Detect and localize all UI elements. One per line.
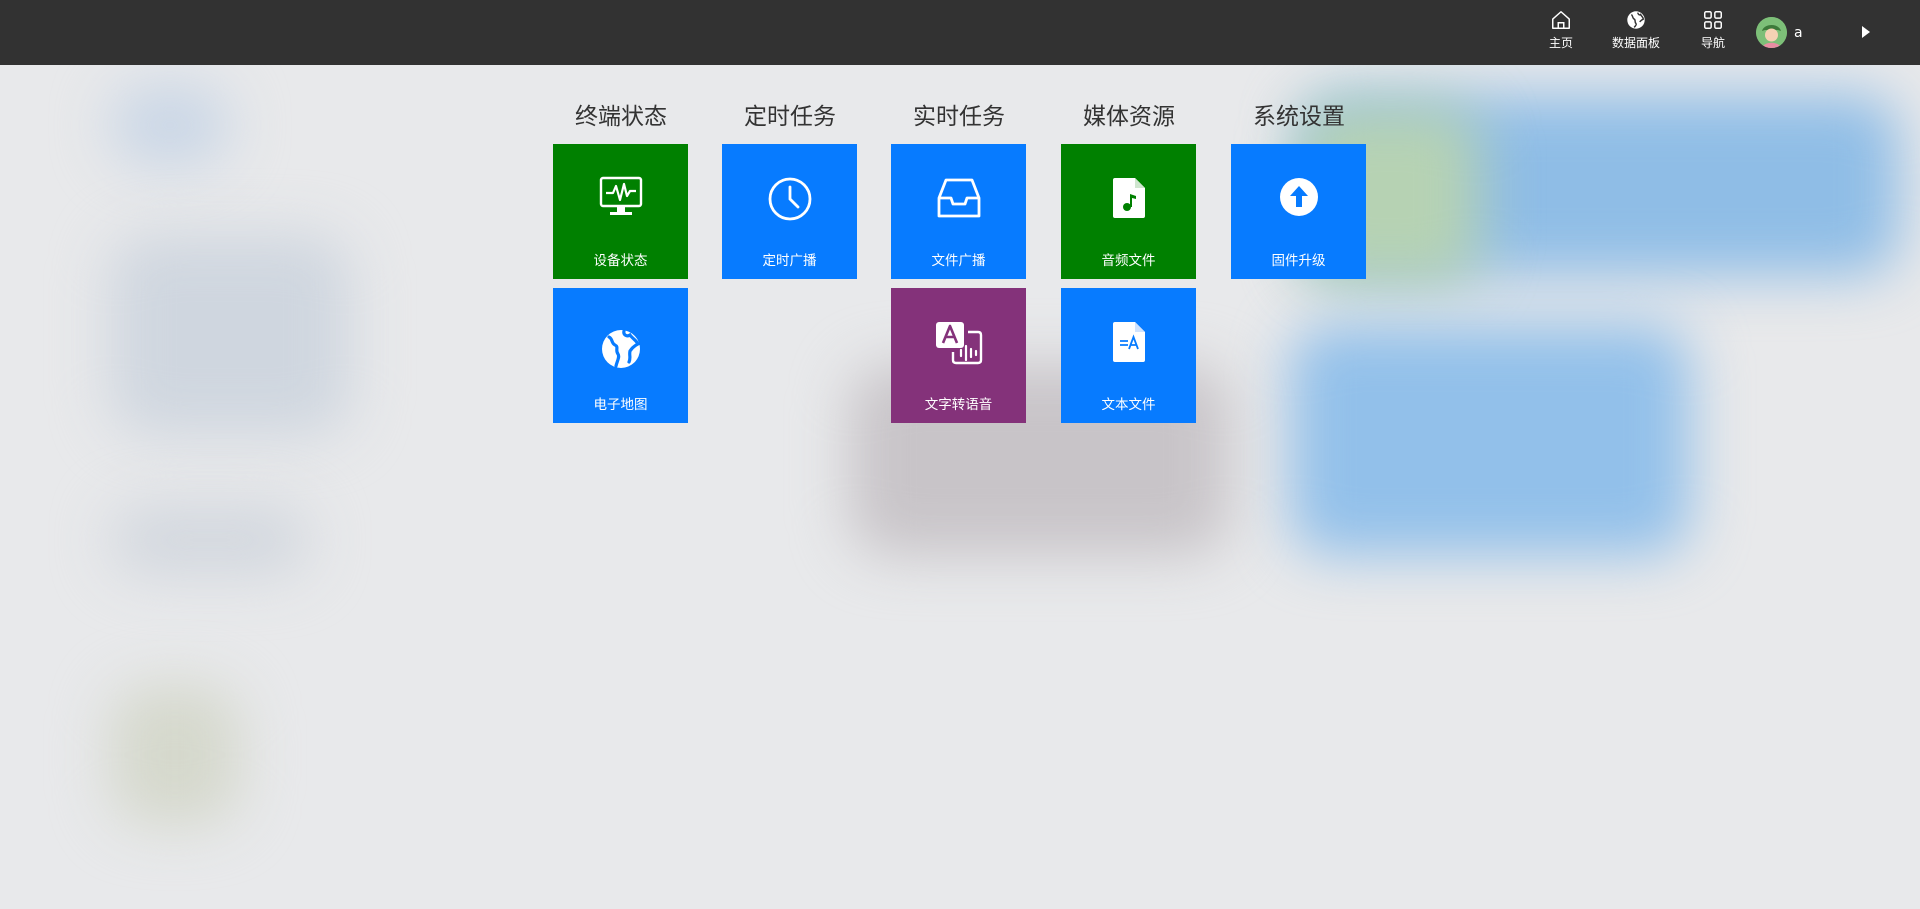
tile-electronic-map-label: 电子地图	[593, 397, 648, 413]
tile-file-broadcast-label: 文件广播	[931, 253, 986, 269]
user-name: a	[1794, 24, 1803, 41]
column-title-terminal-status: 终端状态	[575, 104, 667, 130]
nav-dashboard-label: 数据面板	[1612, 36, 1661, 50]
avatar-icon	[1756, 17, 1787, 48]
tile-audio-files[interactable]: 音频文件	[1061, 144, 1196, 279]
tile-device-status[interactable]: 设备状态	[553, 144, 688, 279]
monitor-pulse-icon	[599, 176, 642, 215]
tile-text-files-label: 文本文件	[1101, 397, 1156, 413]
nav-dashboard[interactable]: 数据面板	[1612, 9, 1660, 51]
tile-electronic-map[interactable]: 电子地图	[553, 288, 688, 423]
upload-circle-icon	[1279, 178, 1318, 216]
tile-scheduled-broadcast-label: 定时广播	[762, 253, 817, 269]
top-nav-bar: 主页 数据面板 导航 a	[0, 0, 1920, 65]
nav-home[interactable]: 主页	[1546, 9, 1576, 51]
nav-home-label: 主页	[1548, 36, 1573, 50]
nav-navigation-label: 导航	[1700, 36, 1725, 50]
tile-scheduled-broadcast[interactable]: 定时广播	[722, 144, 857, 279]
column-title-realtime-tasks: 实时任务	[913, 104, 1005, 130]
music-file-icon	[1112, 178, 1145, 218]
tile-text-files[interactable]: 文本文件	[1061, 288, 1196, 423]
tile-file-broadcast[interactable]: 文件广播	[891, 144, 1026, 279]
text-file-icon	[1112, 322, 1145, 362]
tile-text-to-speech[interactable]: 文字转语音	[891, 288, 1026, 423]
tile-device-status-label: 设备状态	[593, 253, 648, 269]
tile-firmware-upgrade-label: 固件升级	[1271, 253, 1326, 269]
column-title-system-settings: 系统设置	[1253, 104, 1345, 130]
user-menu[interactable]: a	[1756, 17, 1803, 48]
globe-icon	[1627, 11, 1645, 29]
tile-firmware-upgrade[interactable]: 固件升级	[1231, 144, 1366, 279]
tile-audio-files-label: 音频文件	[1101, 253, 1156, 269]
grid-icon	[1704, 11, 1722, 29]
home-icon	[1552, 11, 1570, 29]
caret-right-icon[interactable]	[1862, 26, 1870, 38]
globe-icon	[601, 329, 640, 368]
column-title-scheduled-tasks: 定时任务	[744, 104, 836, 130]
inbox-icon	[937, 178, 980, 218]
clock-icon	[768, 177, 811, 221]
column-title-media-resources: 媒体资源	[1083, 104, 1175, 130]
nav-navigation[interactable]: 导航	[1697, 9, 1729, 51]
text-to-speech-icon	[935, 322, 982, 365]
tile-text-to-speech-label: 文字转语音	[924, 397, 993, 413]
